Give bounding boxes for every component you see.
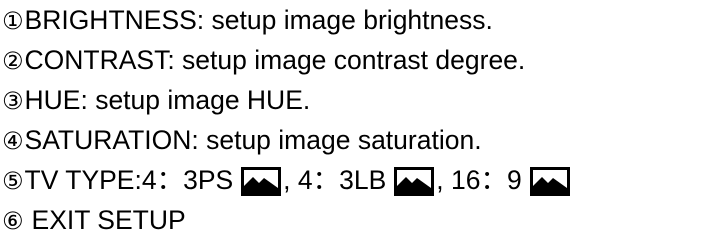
item-number: ④	[2, 127, 24, 155]
item-text: HUE: setup image HUE.	[24, 85, 311, 115]
item-number: ②	[2, 47, 24, 75]
tv-type-option-4-3lb: , 4：3LB	[283, 165, 387, 195]
item-number: ③	[2, 87, 24, 115]
item-number: ①	[2, 7, 24, 35]
item-text: EXIT SETUP	[31, 205, 186, 235]
tv-aspect-icon	[529, 166, 570, 196]
tv-aspect-icon	[241, 166, 282, 196]
tv-type-label: TV TYPE:	[24, 165, 142, 195]
menu-setup-instructions: ① BRIGHTNESS: setup image brightness. ② …	[0, 0, 714, 243]
tv-aspect-icon	[394, 166, 435, 196]
item-saturation: ④ SATURATION: setup image saturation.	[2, 120, 482, 160]
item-hue: ③ HUE: setup image HUE.	[2, 80, 310, 120]
item-number: ⑥	[2, 207, 24, 235]
item-number: ⑤	[2, 167, 24, 195]
item-contrast: ② CONTRAST: setup image contrast degree.	[2, 40, 525, 80]
tv-type-option-4-3ps: 4：3PS	[141, 165, 234, 195]
item-text: CONTRAST: setup image contrast degree.	[24, 45, 526, 75]
tv-type-option-16-9: , 16：9	[436, 165, 522, 195]
item-text: BRIGHTNESS: setup image brightness.	[24, 5, 493, 35]
item-brightness: ① BRIGHTNESS: setup image brightness.	[2, 0, 493, 40]
item-exit-setup: ⑥ EXIT SETUP	[2, 200, 186, 240]
item-tv-type: ⑤ TV TYPE: 4：3PS , 4：3LB , 16：9	[2, 160, 572, 200]
item-text: SATURATION: setup image saturation.	[24, 125, 482, 155]
